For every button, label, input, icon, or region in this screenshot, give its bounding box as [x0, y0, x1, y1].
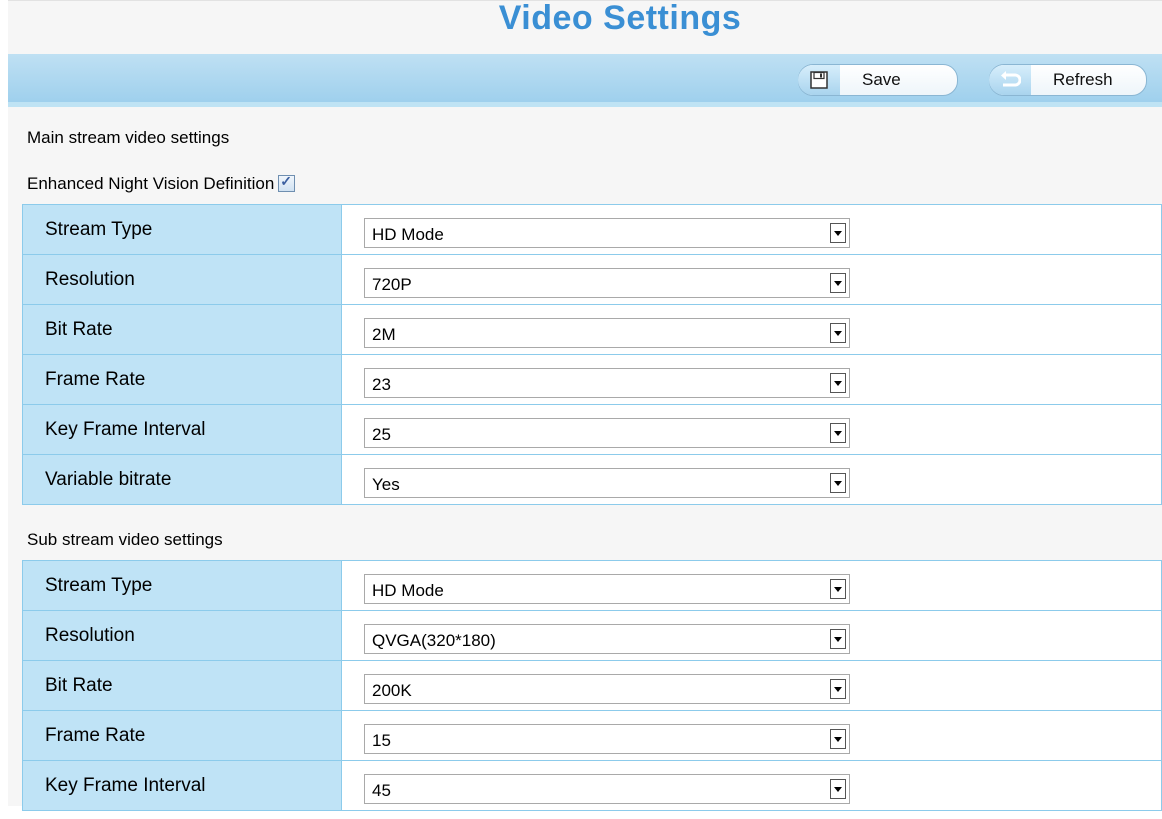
row-label: Key Frame Interval [22, 760, 342, 811]
sub-stream-table: Stream Type HD Mode Resolution QVGA(320*… [22, 560, 1162, 811]
table-row: Resolution QVGA(320*180) [22, 610, 1162, 661]
main-stream-heading: Main stream video settings [27, 128, 230, 147]
row-label: Bit Rate [22, 660, 342, 711]
row-label: Frame Rate [22, 354, 342, 405]
select-value: 2M [372, 324, 396, 344]
night-vision-row: Enhanced Night Vision Definition ✓ [27, 173, 296, 194]
table-row: Key Frame Interval 25 [22, 404, 1162, 455]
chevron-down-icon[interactable] [830, 778, 846, 799]
sub-stream-heading: Sub stream video settings [27, 530, 223, 549]
video-settings-page: Video Settings Save Refresh Main stream [8, 0, 1162, 811]
night-vision-label: Enhanced Night Vision Definition [27, 174, 275, 193]
chevron-down-icon[interactable] [830, 322, 846, 343]
night-vision-checkbox[interactable]: ✓ [278, 173, 296, 192]
sub-key-frame-interval-select[interactable]: 45 [364, 773, 850, 804]
refresh-button[interactable]: Refresh [989, 64, 1147, 96]
table-row: Bit Rate 200K [22, 660, 1162, 711]
table-row: Frame Rate 15 [22, 710, 1162, 761]
resolution-select[interactable]: 720P [364, 267, 850, 298]
variable-bitrate-select[interactable]: Yes [364, 467, 850, 498]
select-value: 720P [372, 274, 412, 294]
table-row: Variable bitrate Yes [22, 454, 1162, 505]
page-title: Video Settings [498, 0, 742, 37]
chevron-down-icon[interactable] [830, 272, 846, 293]
row-label: Resolution [22, 610, 342, 661]
chevron-down-icon[interactable] [830, 678, 846, 699]
select-value: 25 [372, 424, 391, 444]
chevron-down-icon[interactable] [830, 222, 846, 243]
chevron-down-icon[interactable] [830, 422, 846, 443]
chevron-down-icon[interactable] [830, 628, 846, 649]
row-label: Variable bitrate [22, 454, 342, 505]
row-label: Stream Type [22, 204, 342, 255]
select-value: 200K [372, 680, 412, 700]
checkmark-icon: ✓ [280, 173, 293, 189]
sub-resolution-select[interactable]: QVGA(320*180) [364, 623, 850, 654]
select-value: QVGA(320*180) [372, 630, 496, 650]
undo-arrow-icon [989, 65, 1031, 95]
row-label: Resolution [22, 254, 342, 305]
refresh-button-label: Refresh [1053, 70, 1113, 89]
sub-frame-rate-select[interactable]: 15 [364, 723, 850, 754]
save-button[interactable]: Save [798, 64, 958, 96]
row-label: Key Frame Interval [22, 404, 342, 455]
table-row: Bit Rate 2M [22, 304, 1162, 355]
row-label: Frame Rate [22, 710, 342, 761]
select-value: HD Mode [372, 580, 444, 600]
frame-rate-select[interactable]: 23 [364, 367, 850, 398]
table-row: Stream Type HD Mode [22, 560, 1162, 611]
select-value: 15 [372, 730, 391, 750]
save-button-label: Save [862, 70, 901, 89]
table-row: Stream Type HD Mode [22, 204, 1162, 255]
stream-type-select[interactable]: HD Mode [364, 217, 850, 248]
select-value: HD Mode [372, 224, 444, 244]
row-label: Bit Rate [22, 304, 342, 355]
chevron-down-icon[interactable] [830, 578, 846, 599]
floppy-disk-icon [798, 65, 840, 95]
chevron-down-icon[interactable] [830, 472, 846, 493]
key-frame-interval-select[interactable]: 25 [364, 417, 850, 448]
select-value: 45 [372, 780, 391, 800]
sub-stream-type-select[interactable]: HD Mode [364, 573, 850, 604]
table-row: Key Frame Interval 45 [22, 760, 1162, 811]
select-value: Yes [372, 474, 400, 494]
select-value: 23 [372, 374, 391, 394]
chevron-down-icon[interactable] [830, 372, 846, 393]
table-row: Frame Rate 23 [22, 354, 1162, 405]
sub-bit-rate-select[interactable]: 200K [364, 673, 850, 704]
table-row: Resolution 720P [22, 254, 1162, 305]
chevron-down-icon[interactable] [830, 728, 846, 749]
toolbar: Save Refresh [8, 54, 1162, 107]
row-label: Stream Type [22, 560, 342, 611]
main-stream-table: Stream Type HD Mode Resolution 720P Bit … [22, 204, 1162, 505]
bit-rate-select[interactable]: 2M [364, 317, 850, 348]
